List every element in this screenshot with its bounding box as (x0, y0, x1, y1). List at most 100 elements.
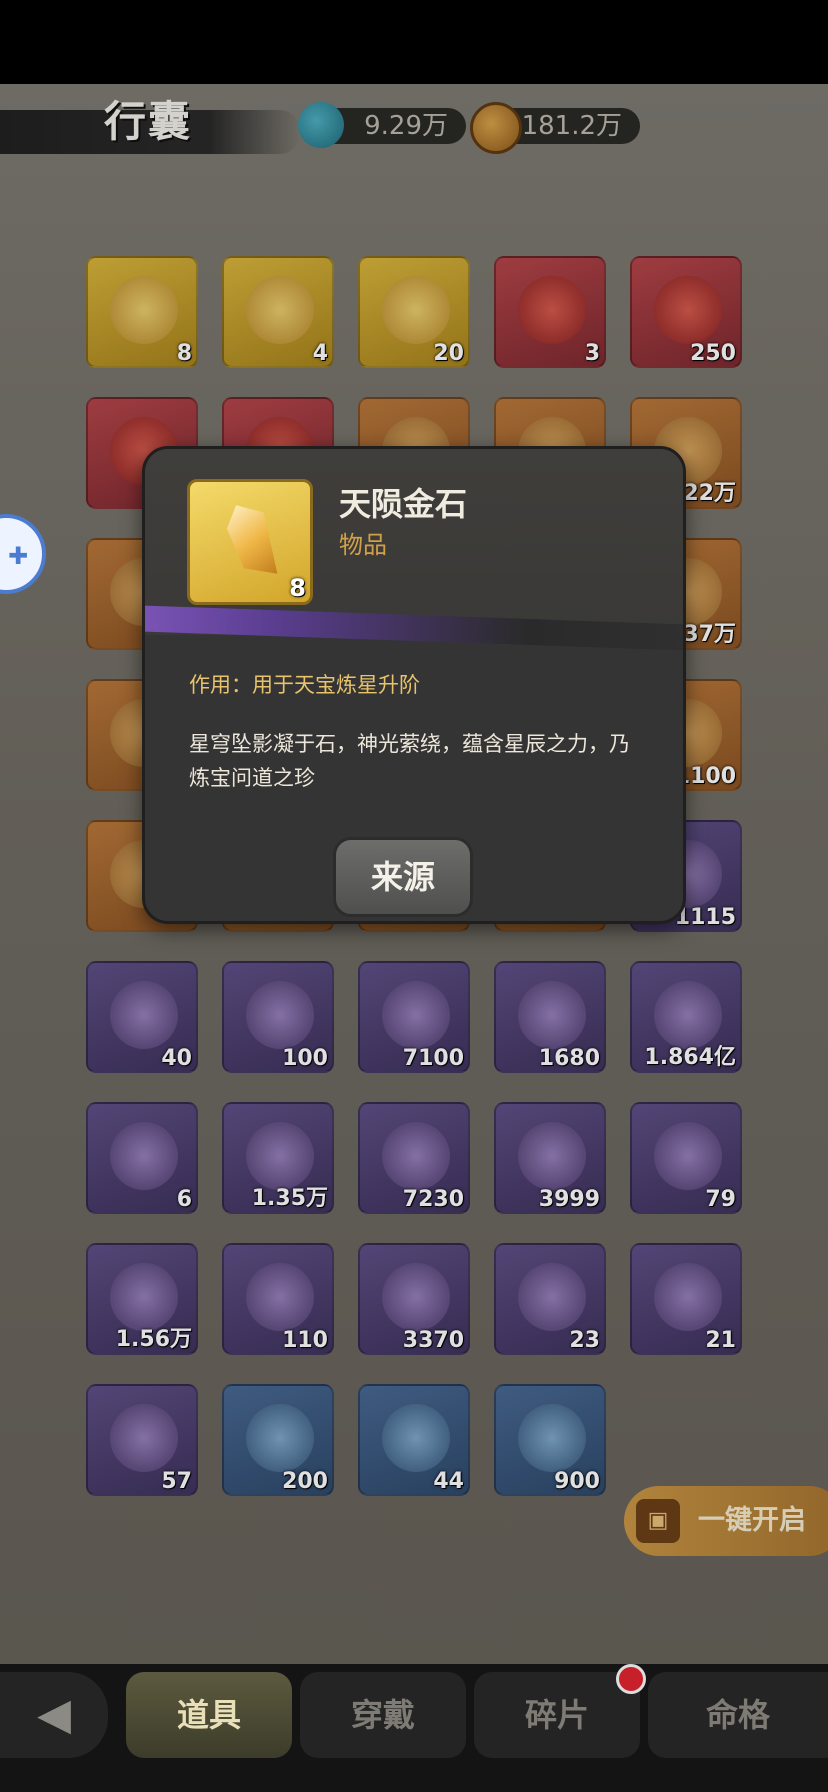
item-art-icon (110, 981, 178, 1049)
meteor-stone-icon (221, 498, 283, 585)
inventory-slot[interactable]: 57 (86, 1384, 198, 1496)
item-name: 天陨金石 (339, 485, 468, 523)
chest-icon: ▣ (636, 1499, 680, 1543)
item-art-icon (382, 1122, 450, 1190)
slot-count: 3 (584, 341, 600, 366)
inventory-slot[interactable]: 79 (630, 1102, 742, 1214)
page-title: 行囊 (104, 97, 193, 146)
slot-count: 20 (433, 341, 464, 366)
slot-count: 40 (161, 1046, 192, 1071)
open-all-label: 一键开启 (698, 1505, 806, 1536)
slot-count: 7230 (402, 1187, 464, 1212)
tab-destiny-label: 命格 (705, 1696, 770, 1734)
status-bar (0, 0, 828, 84)
slot-count: 3370 (402, 1328, 464, 1353)
tab-destiny[interactable]: 命格 (648, 1672, 828, 1758)
item-art-icon (518, 981, 586, 1049)
item-art-icon (654, 1122, 722, 1190)
inventory-slot[interactable]: 6 (86, 1102, 198, 1214)
inventory-slot[interactable]: 1.864亿 (630, 961, 742, 1073)
jade-amount: 9.29万 (364, 111, 448, 141)
item-usage: 作用：用于天宝炼星升阶 (189, 673, 420, 697)
item-art-icon (246, 981, 314, 1049)
slot-count: 4 (312, 341, 328, 366)
inventory-slot[interactable]: 1.56万 (86, 1243, 198, 1355)
item-art-icon (654, 276, 722, 344)
slot-count: 57 (161, 1469, 192, 1494)
tab-equipment[interactable]: 穿戴 (300, 1672, 466, 1758)
slot-count: 79 (705, 1187, 736, 1212)
slot-count: 44 (433, 1469, 464, 1494)
inventory-slot[interactable]: 200 (222, 1384, 334, 1496)
item-art-icon (518, 1122, 586, 1190)
item-art-icon (518, 276, 586, 344)
slot-count: 110 (282, 1328, 328, 1353)
slot-count: 200 (282, 1469, 328, 1494)
slot-count: 23 (569, 1328, 600, 1353)
slot-count: 37万 (683, 622, 736, 647)
inventory-slot[interactable]: 7230 (358, 1102, 470, 1214)
inventory-slot[interactable]: 21 (630, 1243, 742, 1355)
tab-items-label: 道具 (176, 1696, 241, 1734)
item-art-icon (518, 1263, 586, 1331)
slot-count: 250 (690, 341, 736, 366)
inventory-slot[interactable]: 40 (86, 961, 198, 1073)
slot-count: 100 (282, 1046, 328, 1071)
jade-icon (298, 102, 344, 148)
inventory-slot[interactable]: 3370 (358, 1243, 470, 1355)
slot-count: 1.864亿 (644, 1045, 736, 1070)
item-art-icon (518, 1404, 586, 1472)
item-art-icon (382, 1404, 450, 1472)
inventory-slot[interactable]: 100 (222, 961, 334, 1073)
tab-items[interactable]: 道具 (126, 1672, 292, 1758)
item-count: 8 (289, 574, 306, 602)
slot-count: 3999 (538, 1187, 600, 1212)
inventory-slot[interactable]: 3999 (494, 1102, 606, 1214)
inventory-slot[interactable]: 1.35万 (222, 1102, 334, 1214)
inventory-slot[interactable]: 900 (494, 1384, 606, 1496)
inventory-slot[interactable]: 44 (358, 1384, 470, 1496)
coin-icon (470, 102, 522, 154)
arrow-left-icon: ◀ (37, 1689, 71, 1740)
inventory-slot[interactable]: 20 (358, 256, 470, 368)
item-icon: 8 (187, 479, 313, 605)
bottom-tab-bar: ◀ 道具 穿戴 碎片 命格 (0, 1664, 828, 1792)
inventory-slot[interactable]: 110 (222, 1243, 334, 1355)
inventory-slot[interactable]: 8 (86, 256, 198, 368)
inventory-slot[interactable]: 3 (494, 256, 606, 368)
tab-fragments[interactable]: 碎片 (474, 1664, 646, 1758)
slot-count: 21 (705, 1328, 736, 1353)
slot-count: 6 (176, 1187, 192, 1212)
inventory-slot[interactable]: 7100 (358, 961, 470, 1073)
slot-count: 8 (176, 341, 192, 366)
slot-count: 1.56万 (115, 1327, 192, 1352)
item-art-icon (246, 1404, 314, 1472)
coin-currency: 181.2万 (470, 102, 640, 154)
slot-count: 1115 (674, 905, 736, 930)
item-art-icon (110, 276, 178, 344)
inventory-slot[interactable]: 1680 (494, 961, 606, 1073)
item-art-icon (382, 1263, 450, 1331)
slot-count: 22万 (683, 481, 736, 506)
notification-badge (616, 1664, 646, 1694)
slot-count: 7100 (402, 1046, 464, 1071)
inventory-slot[interactable]: 4 (222, 256, 334, 368)
back-button[interactable]: ◀ (0, 1672, 108, 1758)
gamepad-icon: ✚ (8, 542, 29, 570)
item-art-icon (382, 981, 450, 1049)
item-art-icon (110, 1122, 178, 1190)
source-button[interactable]: 来源 (333, 837, 473, 917)
slot-count: 1680 (538, 1046, 600, 1071)
item-detail-dialog: 8 天陨金石 物品 作用：用于天宝炼星升阶 星穹坠影凝于石，神光萦绕，蕴含星辰之… (142, 446, 686, 924)
inventory-slot[interactable]: 23 (494, 1243, 606, 1355)
item-description: 星穹坠影凝于石，神光萦绕，蕴含星辰之力，乃炼宝问道之珍 (189, 732, 630, 790)
inventory-slot[interactable]: 250 (630, 256, 742, 368)
item-art-icon (110, 1404, 178, 1472)
item-art-icon (382, 276, 450, 344)
slot-count: 1.35万 (251, 1186, 328, 1211)
slot-count: 900 (554, 1469, 600, 1494)
jade-currency: 9.29万 (298, 102, 466, 148)
item-type: 物品 (339, 531, 387, 559)
open-all-button[interactable]: ▣ 一键开启 (624, 1486, 828, 1556)
tab-fragments-label: 碎片 (524, 1696, 589, 1734)
